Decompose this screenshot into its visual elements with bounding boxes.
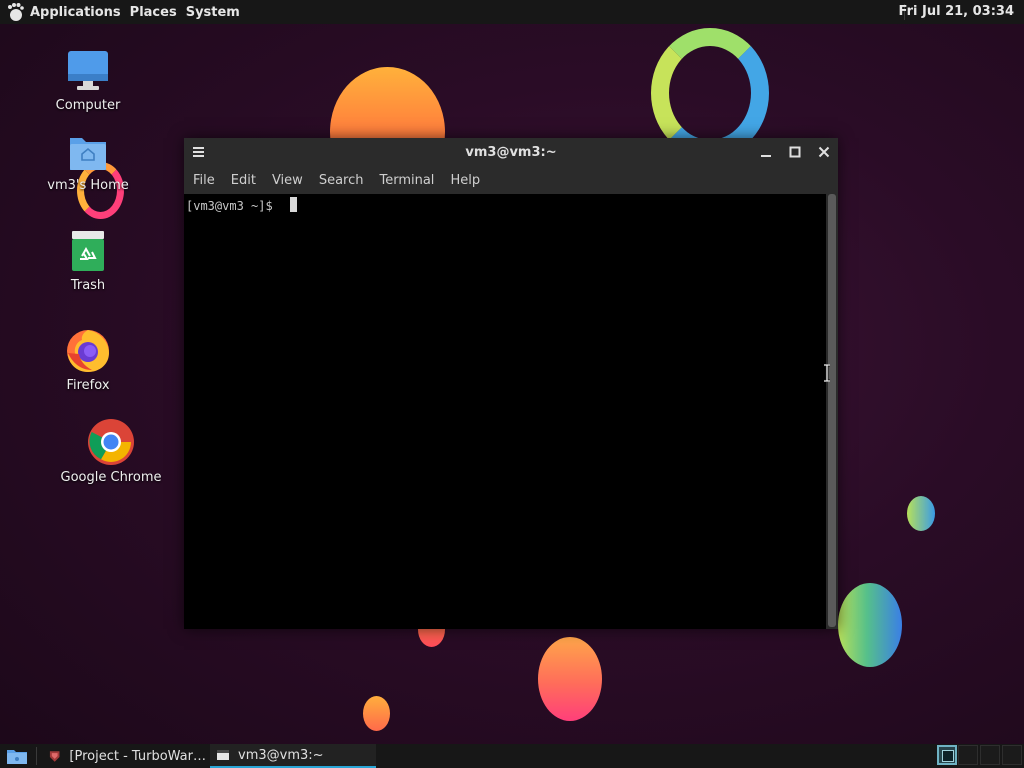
workspace-4[interactable] xyxy=(1002,745,1022,765)
task-terminal[interactable]: vm3@vm3:~ xyxy=(210,744,376,768)
maximize-button[interactable] xyxy=(784,142,806,162)
task-turbowarp[interactable]: [Project - TurboWar… xyxy=(48,744,206,768)
menu-file[interactable]: File xyxy=(193,173,215,188)
task-label: [Project - TurboWar… xyxy=(69,748,206,764)
decorative-bubble-pink xyxy=(538,637,602,721)
maximize-icon xyxy=(789,146,801,158)
trash-icon xyxy=(72,231,104,271)
minimize-icon xyxy=(761,155,771,157)
workspace-3[interactable] xyxy=(980,745,1000,765)
scrollbar-thumb[interactable] xyxy=(828,194,836,627)
menu-view[interactable]: View xyxy=(272,173,303,188)
turbowarp-icon xyxy=(49,751,60,762)
desktop-icon-trash[interactable]: Trash xyxy=(33,230,143,293)
window-title: vm3@vm3:~ xyxy=(465,144,557,160)
decorative-bubble-green-large xyxy=(838,583,902,667)
workspace-window-preview xyxy=(942,750,954,762)
workspace-1[interactable] xyxy=(937,745,957,765)
desktop-icon-label: Trash xyxy=(70,278,106,293)
desktop-icon-label: Computer xyxy=(55,98,121,113)
menu-help[interactable]: Help xyxy=(450,173,480,188)
applications-menu[interactable]: Applications xyxy=(30,5,121,20)
terminal-scrollbar[interactable] xyxy=(826,194,838,629)
chrome-icon xyxy=(88,419,134,465)
menu-terminal[interactable]: Terminal xyxy=(379,173,434,188)
desktop-icon-label: Google Chrome xyxy=(60,470,162,485)
desktop-icon-chrome[interactable]: Google Chrome xyxy=(56,418,166,485)
terminal-text-area[interactable]: [vm3@vm3 ~]$ xyxy=(184,194,826,629)
decorative-bubble-tiny-orange xyxy=(363,696,390,731)
close-icon xyxy=(818,146,830,158)
top-panel: Applications Places System Fri Jul 21, 0… xyxy=(0,0,1024,24)
minimize-button[interactable] xyxy=(755,142,777,162)
shell-prompt: [vm3@vm3 ~]$ xyxy=(186,199,280,213)
ibeam-cursor-icon xyxy=(824,364,830,382)
terminal-menubar: File Edit View Search Terminal Help xyxy=(184,166,838,194)
menu-search[interactable]: Search xyxy=(319,173,364,188)
desktop-icon-home[interactable]: vm3's Home xyxy=(33,130,143,193)
close-button[interactable] xyxy=(813,142,835,162)
decorative-bubble-green-small xyxy=(907,496,935,531)
places-menu[interactable]: Places xyxy=(130,5,177,20)
gnome-foot-icon[interactable] xyxy=(6,2,24,22)
window-titlebar[interactable]: vm3@vm3:~ xyxy=(184,138,838,166)
menu-edit[interactable]: Edit xyxy=(231,173,256,188)
desktop-icon-label: Firefox xyxy=(66,378,110,393)
desktop-icon-firefox[interactable]: Firefox xyxy=(33,326,143,393)
home-folder-icon xyxy=(70,138,106,170)
hamburger-menu-icon[interactable] xyxy=(192,144,206,160)
computer-icon xyxy=(68,51,108,90)
workspace-2[interactable] xyxy=(958,745,978,765)
terminal-icon xyxy=(217,750,229,760)
show-desktop-icon[interactable] xyxy=(6,747,28,765)
desktop-icon-computer[interactable]: Computer xyxy=(33,50,143,113)
system-menu[interactable]: System xyxy=(186,5,240,20)
clock[interactable]: Fri Jul 21, 03:34 xyxy=(899,4,1014,19)
text-cursor xyxy=(290,197,297,212)
terminal-window[interactable]: vm3@vm3:~ File Edit View Search Terminal… xyxy=(184,138,838,629)
firefox-icon xyxy=(67,330,109,372)
task-label: vm3@vm3:~ xyxy=(238,747,324,763)
taskbar-separator xyxy=(36,747,37,765)
desktop-icon-label: vm3's Home xyxy=(47,178,129,193)
bottom-panel: [Project - TurboWar… vm3@vm3:~ xyxy=(0,744,1024,768)
